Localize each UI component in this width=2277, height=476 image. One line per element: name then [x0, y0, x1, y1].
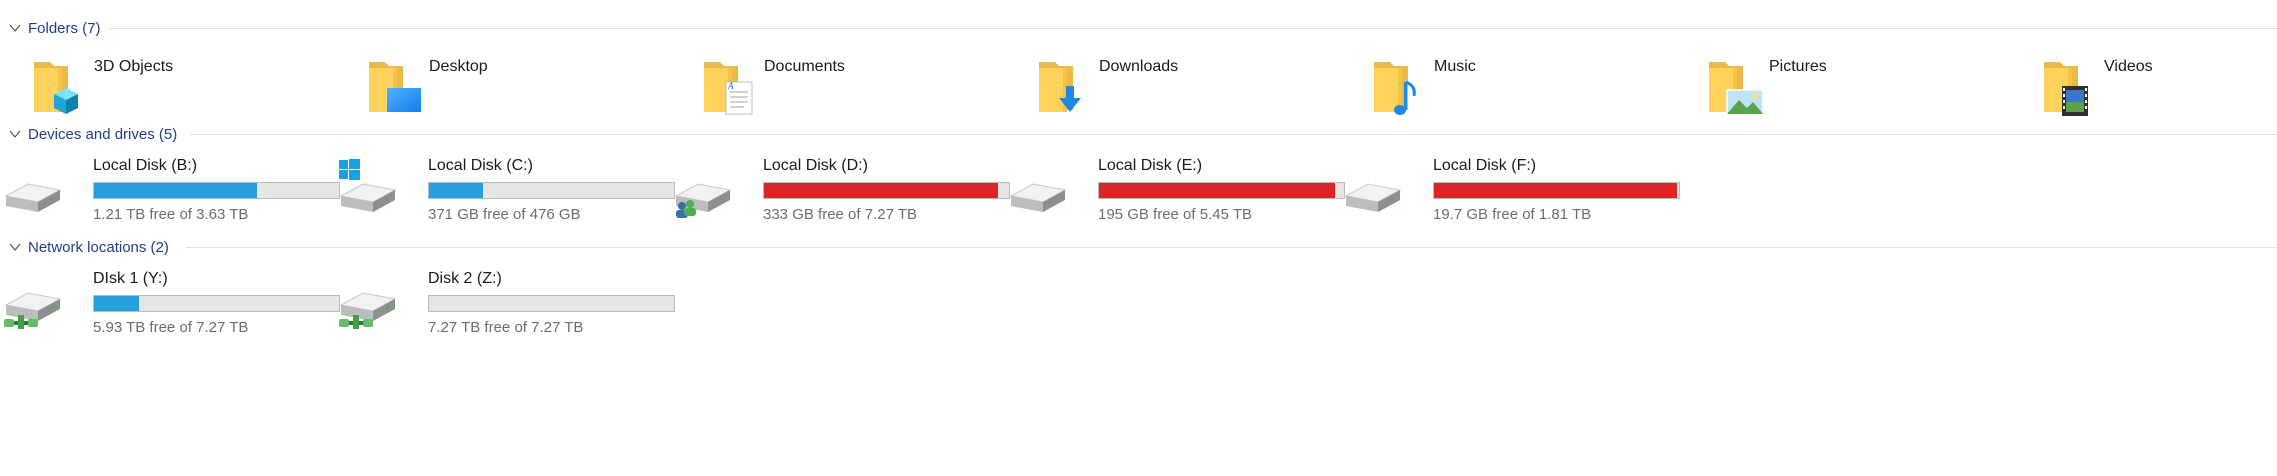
- folder-name: Downloads: [1099, 58, 1179, 75]
- network-drive-item[interactable]: Disk 2 (Z:) 7.27 TB free of 7.27 TB: [335, 267, 680, 336]
- pictures-folder-icon: [1703, 52, 1767, 116]
- drive-item[interactable]: Local Disk (F:) 19.7 GB free of 1.81 TB: [1340, 154, 1685, 223]
- desktop-folder-icon: [363, 52, 427, 116]
- network-drive-icon: [335, 269, 399, 333]
- folder-name: 3D Objects: [94, 58, 174, 75]
- drive-item[interactable]: Local Disk (C:) 371 GB free of 476 GB: [335, 154, 680, 223]
- folder-item[interactable]: Pictures: [1703, 52, 2003, 120]
- drive-item[interactable]: Local Disk (B:) 1.21 TB free of 3.63 TB: [0, 154, 345, 223]
- chevron-down-icon: [9, 24, 21, 32]
- group-divider: [190, 134, 2277, 135]
- chevron-down-icon: [9, 130, 21, 138]
- group-header-devices[interactable]: Devices and drives (5): [0, 120, 2277, 148]
- drive-free-space: 1.21 TB free of 3.63 TB: [93, 206, 249, 223]
- drive-name: Local Disk (B:): [93, 157, 198, 174]
- drive-name: DIsk 1 (Y:): [93, 270, 168, 287]
- drive-free-space: 371 GB free of 476 GB: [428, 206, 581, 223]
- group-title: Folders (7): [28, 19, 101, 37]
- drive-free-space: 19.7 GB free of 1.81 TB: [1433, 206, 1592, 223]
- drive-usage-fill: [1099, 183, 1336, 198]
- chevron-down-icon: [9, 243, 21, 251]
- drive-item[interactable]: Local Disk (E:) 195 GB free of 5.45 TB: [1005, 154, 1350, 223]
- folder-name: Music: [1434, 58, 1476, 75]
- folder-name: Documents: [764, 58, 845, 75]
- drive-usage-bar: [428, 295, 675, 312]
- drive-usage-fill: [764, 183, 998, 198]
- svg-text:A: A: [727, 81, 734, 91]
- drive-usage-fill: [1434, 183, 1677, 198]
- folder-name: Desktop: [429, 58, 488, 75]
- folder-name: Videos: [2104, 58, 2153, 75]
- folder-item[interactable]: Downloads: [1033, 52, 1333, 120]
- drive-usage-fill: [94, 296, 140, 311]
- group-divider: [108, 28, 2277, 29]
- group-header-folders[interactable]: Folders (7): [0, 14, 2277, 42]
- group-title: Devices and drives (5): [28, 125, 178, 143]
- hard-drive-icon: [0, 156, 64, 220]
- drive-item[interactable]: Local Disk (D:) 333 GB free of 7.27 TB: [670, 154, 1015, 223]
- drive-free-space: 5.93 TB free of 7.27 TB: [93, 319, 249, 336]
- folder-item[interactable]: Music: [1368, 52, 1668, 120]
- drive-name: Local Disk (D:): [763, 157, 868, 174]
- music-folder-icon: [1368, 52, 1432, 116]
- network-drive-item[interactable]: DIsk 1 (Y:) 5.93 TB free of 7.27 TB: [0, 267, 345, 336]
- drive-name: Local Disk (C:): [428, 157, 533, 174]
- group-title: Network locations (2): [28, 238, 169, 256]
- group-divider: [186, 247, 2277, 248]
- drive-name: Disk 2 (Z:): [428, 270, 502, 287]
- folder-item[interactable]: 3D Objects: [28, 52, 328, 120]
- 3d-objects-folder-icon: [28, 52, 92, 116]
- drive-free-space: 7.27 TB free of 7.27 TB: [428, 319, 584, 336]
- windows-drive-icon: [335, 156, 399, 220]
- drive-usage-bar: [1433, 182, 1680, 199]
- drive-free-space: 333 GB free of 7.27 TB: [763, 206, 917, 223]
- downloads-folder-icon: [1033, 52, 1097, 116]
- videos-folder-icon: [2038, 52, 2102, 116]
- hard-drive-icon: [1340, 156, 1404, 220]
- folder-item[interactable]: Desktop: [363, 52, 663, 120]
- drive-usage-bar: [93, 182, 340, 199]
- drive-name: Local Disk (F:): [1433, 157, 1537, 174]
- drive-usage-bar: [428, 182, 675, 199]
- drive-usage-bar: [1098, 182, 1345, 199]
- folder-item[interactable]: Videos: [2038, 52, 2277, 120]
- shared-drive-icon: [670, 156, 734, 220]
- group-header-network[interactable]: Network locations (2): [0, 233, 2277, 261]
- drive-usage-bar: [763, 182, 1010, 199]
- drive-usage-bar: [93, 295, 340, 312]
- drive-free-space: 195 GB free of 5.45 TB: [1098, 206, 1252, 223]
- network-drive-icon: [0, 269, 64, 333]
- drive-usage-fill: [429, 183, 483, 198]
- folder-name: Pictures: [1769, 58, 1827, 75]
- documents-folder-icon: A: [698, 52, 762, 116]
- drive-name: Local Disk (E:): [1098, 157, 1203, 174]
- folder-item[interactable]: A Documents: [698, 52, 998, 120]
- hard-drive-icon: [1005, 156, 1069, 220]
- drive-usage-fill: [94, 183, 258, 198]
